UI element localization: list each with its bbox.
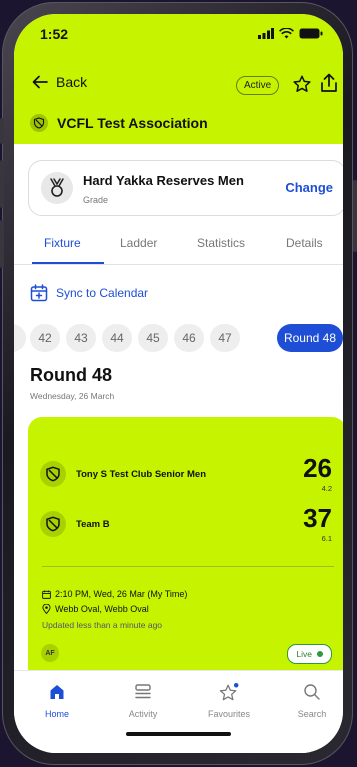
home-indicator	[126, 732, 231, 736]
share-button[interactable]	[320, 73, 338, 98]
card-divider	[42, 566, 334, 567]
away-team-name: Team B	[76, 518, 110, 530]
tab-fixture[interactable]: Fixture	[44, 236, 81, 250]
nav-home-label: Home	[44, 709, 69, 719]
nav-home[interactable]: Home	[22, 683, 92, 719]
sync-label: Sync to Calendar	[56, 286, 149, 300]
nav-activity-label: Activity	[128, 709, 158, 719]
grade-card: Hard Yakka Reserves Men Grade Change	[28, 160, 343, 216]
home-team-name: Tony S Test Club Senior Men	[76, 468, 207, 480]
live-label: Live	[296, 649, 312, 659]
match-time: 2:10 PM, Wed, 26 Mar (My Time)	[42, 589, 187, 599]
home-score-detail: 4.2	[321, 484, 332, 493]
round-title: Round 48	[30, 365, 113, 385]
volume-down-button	[0, 220, 4, 268]
status-bar: 1:52	[14, 14, 343, 58]
change-grade-button[interactable]: Change	[285, 180, 333, 195]
medal-icon	[41, 172, 73, 204]
live-badge: Live	[287, 644, 332, 664]
home-team: Tony S Test Club Senior Men	[40, 461, 206, 487]
power-button	[353, 180, 357, 252]
home-icon	[50, 685, 64, 699]
nav-row: Back Active	[14, 73, 343, 99]
updated-timestamp: Updated less than a minute ago	[42, 620, 163, 630]
status-badge: Active	[236, 76, 280, 95]
round-pill[interactable]: 45	[138, 324, 168, 352]
back-label: Back	[56, 74, 88, 90]
nav-favourites-label: Favourites	[207, 709, 251, 719]
shield-icon	[40, 511, 66, 537]
wifi-icon	[279, 28, 294, 39]
status-time: 1:52	[40, 26, 69, 42]
round-pill-selected[interactable]: Round 48	[277, 324, 343, 352]
app-screen: 1:52 Back Active VCFL Test Association H…	[14, 14, 343, 753]
nav-favourites[interactable]: Favourites	[194, 683, 264, 719]
association-row: VCFL Test Association	[30, 114, 208, 132]
favourite-button[interactable]	[292, 74, 312, 99]
signal-icon	[258, 28, 274, 39]
round-date: Wednesday, 26 March	[30, 391, 115, 401]
tab-details[interactable]: Details	[286, 236, 323, 250]
nav-search[interactable]: Search	[277, 683, 343, 719]
match-time-text: 2:10 PM, Wed, 26 Mar (My Time)	[55, 589, 188, 599]
star-icon	[219, 683, 239, 701]
volume-up-button	[0, 160, 4, 208]
away-team: Team B	[40, 511, 110, 537]
location-pin-icon	[42, 604, 51, 614]
round-pill-partial[interactable]	[14, 324, 26, 352]
nav-activity[interactable]: Activity	[108, 683, 178, 719]
search-icon	[304, 684, 320, 700]
round-pill[interactable]: 47	[210, 324, 240, 352]
share-icon	[321, 73, 337, 92]
shield-icon	[40, 461, 66, 487]
battery-icon	[299, 28, 323, 39]
back-button[interactable]: Back	[32, 74, 87, 90]
round-pill[interactable]: 46	[174, 324, 204, 352]
active-tab-indicator	[32, 262, 104, 264]
avatar: AF	[41, 644, 59, 662]
live-dot-icon	[317, 651, 323, 657]
home-score: 26	[303, 453, 332, 483]
match-venue-text: Webb Oval, Webb Oval	[55, 604, 149, 614]
calendar-add-icon	[30, 284, 48, 302]
tab-ladder[interactable]: Ladder	[120, 236, 157, 250]
away-score: 37	[303, 503, 332, 533]
round-pill[interactable]: 42	[30, 324, 60, 352]
association-title: VCFL Test Association	[57, 115, 208, 131]
nav-search-label: Search	[297, 709, 327, 719]
bottom-nav: Home Activity Favourites Search	[14, 670, 343, 753]
status-icons	[258, 28, 323, 39]
activity-list-icon	[135, 684, 151, 699]
round-pill[interactable]: 44	[102, 324, 132, 352]
calendar-icon	[42, 589, 51, 599]
star-icon	[293, 75, 311, 92]
tab-statistics[interactable]: Statistics	[197, 236, 245, 250]
round-selector: 42 43 44 45 46 47 Round 48	[14, 324, 343, 354]
shield-icon	[30, 114, 48, 132]
sync-calendar-button[interactable]: Sync to Calendar	[30, 284, 148, 302]
match-venue: Webb Oval, Webb Oval	[42, 604, 149, 614]
arrow-left-icon	[32, 75, 48, 89]
header: 1:52 Back Active VCFL Test Association	[14, 14, 343, 144]
round-pill[interactable]: 43	[66, 324, 96, 352]
grade-label: Grade	[83, 195, 109, 205]
silent-switch	[0, 118, 4, 144]
grade-name: Hard Yakka Reserves Men	[83, 173, 244, 188]
away-score-detail: 6.1	[321, 534, 332, 543]
tab-bar: Fixture Ladder Statistics Details	[14, 234, 343, 265]
